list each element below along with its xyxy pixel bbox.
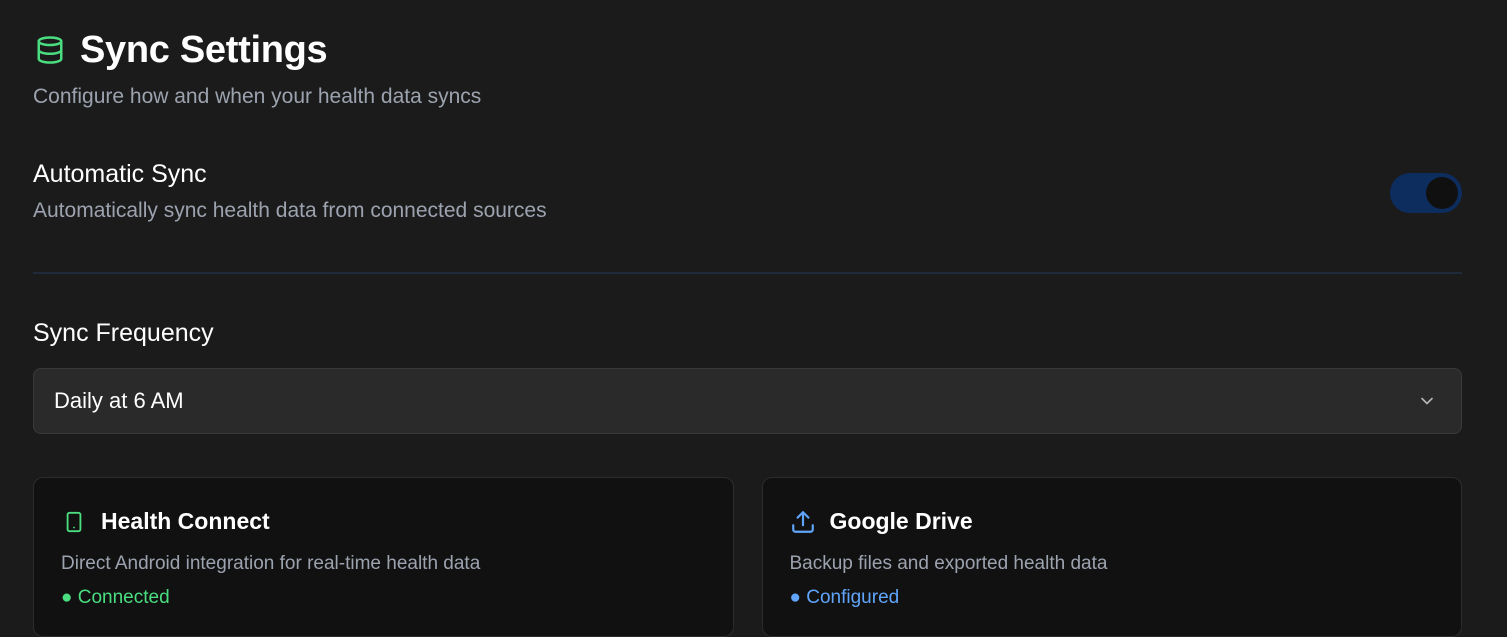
section-divider (33, 272, 1462, 274)
google-drive-card[interactable]: Google Drive Backup files and exported h… (761, 477, 1462, 637)
page-title: Sync Settings (80, 28, 328, 71)
toggle-knob (1426, 177, 1458, 209)
automatic-sync-toggle[interactable] (1390, 173, 1462, 213)
chevron-down-icon (1417, 391, 1437, 411)
automatic-sync-title: Automatic Sync (33, 160, 207, 188)
smartphone-icon (61, 509, 87, 535)
database-icon (33, 33, 67, 67)
card-description: Backup files and exported health data (789, 553, 1108, 574)
page-header: Sync Settings (33, 0, 1462, 73)
sync-frequency-title: Sync Frequency (33, 319, 214, 347)
sync-frequency-select[interactable]: Daily at 6 AM (33, 368, 1462, 434)
page-subtitle: Configure how and when your health data … (33, 85, 482, 108)
sync-frequency-value: Daily at 6 AM (54, 388, 184, 413)
card-title: Google Drive (829, 508, 973, 534)
upload-icon (790, 509, 816, 535)
card-description: Direct Android integration for real-time… (61, 553, 481, 574)
health-connect-card[interactable]: Health Connect Direct Android integratio… (33, 477, 734, 637)
sync-sources: Health Connect Direct Android integratio… (33, 477, 1462, 637)
status-badge: ● Configured (789, 587, 900, 608)
automatic-sync-setting: Automatic Sync Automatically sync health… (33, 160, 1462, 230)
card-title: Health Connect (101, 508, 270, 534)
status-badge: ● Connected (61, 587, 170, 608)
card-header: Health Connect (61, 508, 706, 535)
card-header: Google Drive (790, 508, 1435, 535)
automatic-sync-description: Automatically sync health data from conn… (33, 199, 547, 222)
